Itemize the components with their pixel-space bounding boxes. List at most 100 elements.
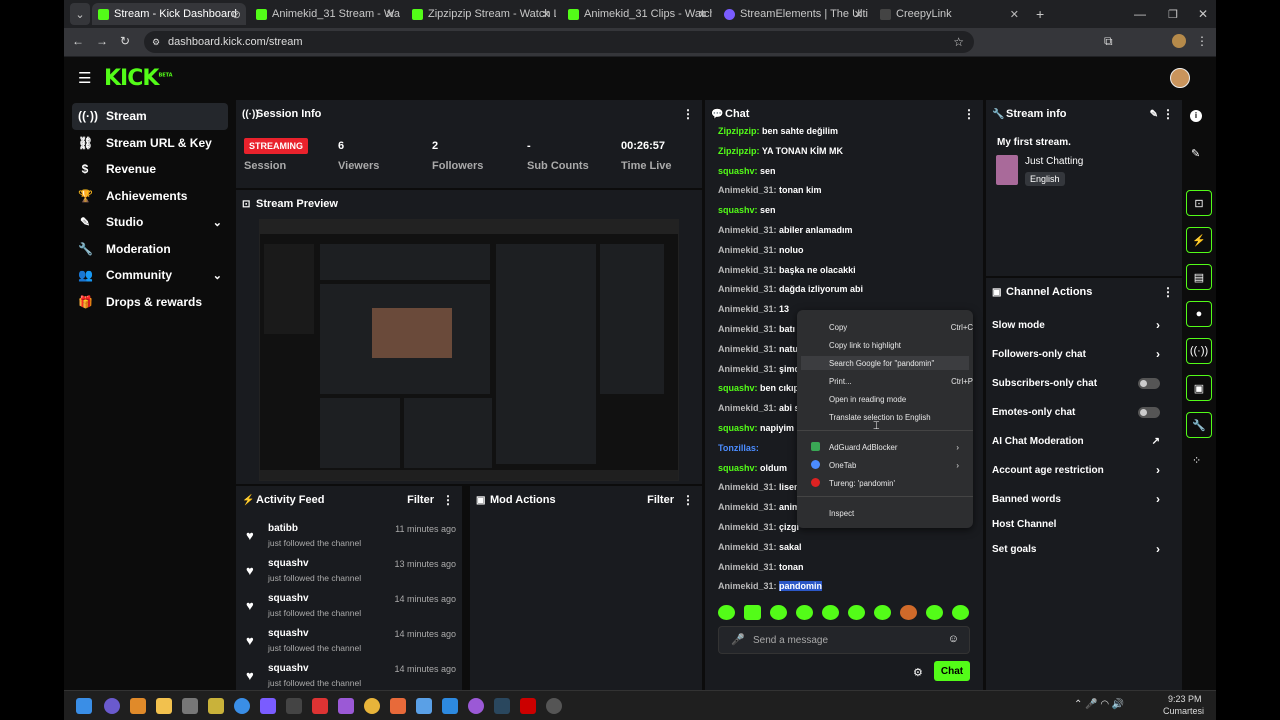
chat-username[interactable]: Animekid_31 (718, 502, 774, 512)
extensions-icon[interactable]: ⧉ (1104, 34, 1113, 49)
rail-settings-button[interactable]: 🔧 (1186, 412, 1212, 438)
chat-username[interactable]: Zipzipzip (718, 126, 757, 136)
close-tab-icon[interactable]: ✕ (386, 8, 395, 21)
rail-chat-button[interactable]: ● (1186, 301, 1212, 327)
system-tray[interactable]: ⌃ 🎤 ◠ 🔊 (1074, 699, 1124, 710)
chat-username[interactable]: Animekid_31 (718, 364, 774, 374)
tab-animekid-stream[interactable]: Animekid_31 Stream - Watch Live ✕ (250, 3, 400, 25)
kick-logo[interactable]: KICKBETA (104, 66, 173, 91)
microphone-icon[interactable]: 🎤 (731, 633, 745, 646)
user-avatar[interactable] (1170, 68, 1190, 88)
channel-action-account-age[interactable]: Account age restriction › (992, 460, 1164, 480)
more-options-icon[interactable]: ⋮ (682, 107, 694, 121)
chat-username[interactable]: squashv (718, 383, 755, 393)
start-menu-icon[interactable] (76, 698, 92, 714)
taskbar-app-icon[interactable] (338, 698, 354, 714)
chat-username[interactable]: squashv (718, 205, 755, 215)
chat-username[interactable]: Animekid_31 (718, 482, 774, 492)
more-options-icon[interactable]: ⋮ (1162, 285, 1174, 299)
file-explorer-icon[interactable] (156, 698, 172, 714)
back-icon[interactable]: ← (72, 34, 84, 48)
channel-action-slow-mode[interactable]: Slow mode › (992, 315, 1164, 335)
chat-username[interactable]: squashv (718, 423, 755, 433)
mute-icon[interactable]: ⊘ (232, 8, 241, 21)
taskbar-app-icon[interactable] (286, 698, 302, 714)
channel-action-banned-words[interactable]: Banned words › (992, 489, 1164, 509)
sidebar-item-stream[interactable]: ((·)) Stream (72, 103, 228, 130)
context-menu-item-adguard[interactable]: AdGuard AdBlocker › (829, 440, 959, 454)
taskbar-app-icon[interactable] (234, 698, 250, 714)
chat-username[interactable]: Tonzillas (718, 443, 756, 453)
tab-creepylink[interactable]: CreepyLink ✕ (874, 3, 1024, 25)
minimize-button[interactable]: — (1128, 3, 1148, 25)
emotes-only-toggle[interactable] (1138, 406, 1160, 418)
bookmark-star-icon[interactable]: ☆ (953, 35, 964, 49)
channel-action-host-channel[interactable]: Host Channel (992, 514, 1164, 534)
close-tab-icon[interactable]: ✕ (1010, 8, 1019, 21)
rail-session-button[interactable]: ((·)) (1186, 338, 1212, 364)
rail-mod-button[interactable]: ▣ (1186, 375, 1212, 401)
chat-username[interactable]: Animekid_31 (718, 304, 774, 314)
chat-username[interactable]: Animekid_31 (718, 265, 774, 275)
channel-action-emotes-only[interactable]: Emotes-only chat (992, 402, 1164, 422)
chat-username[interactable]: squashv (718, 166, 755, 176)
chat-username[interactable]: Animekid_31 (718, 522, 774, 532)
taskbar-app-icon[interactable] (260, 698, 276, 714)
emote-icon[interactable] (718, 605, 735, 620)
chat-username[interactable]: Animekid_31 (718, 324, 774, 334)
maximize-button[interactable]: ❐ (1162, 3, 1182, 25)
edit-pencil-icon[interactable]: ✎ (1150, 109, 1158, 120)
reload-icon[interactable]: ↻ (120, 34, 130, 48)
channel-action-subscribers-only[interactable]: Subscribers-only chat (992, 373, 1164, 393)
more-options-icon[interactable]: ⋮ (963, 107, 975, 121)
context-menu-item-copy[interactable]: Copy Ctrl+C (829, 320, 973, 334)
vscode-icon[interactable] (442, 698, 458, 714)
site-info-icon[interactable]: ⚙ (152, 37, 160, 48)
chat-username[interactable]: Animekid_31 (718, 245, 774, 255)
tab-search-button[interactable]: ⌄ (70, 3, 90, 25)
chat-username[interactable]: Animekid_31 (718, 185, 774, 195)
chrome-icon[interactable] (364, 698, 380, 714)
hamburger-menu-icon[interactable]: ☰ (78, 69, 91, 87)
tab-zipzipzip-stream[interactable]: Zipzipzip Stream - Watch Live on K ✕ (406, 3, 556, 25)
emote-icon[interactable] (900, 605, 917, 620)
context-menu-item-search-google[interactable]: Search Google for "pandomin" (801, 356, 969, 370)
chat-username[interactable]: Animekid_31 (718, 581, 774, 591)
close-tab-icon[interactable]: ✕ (854, 8, 863, 21)
channel-action-set-goals[interactable]: Set goals › (992, 539, 1164, 559)
taskbar-app-icon[interactable] (130, 698, 146, 714)
context-menu-item-inspect[interactable]: Inspect (829, 506, 854, 520)
sidebar-item-community[interactable]: 👥 Community ⌄ (72, 262, 228, 289)
taskbar-app-icon[interactable] (416, 698, 432, 714)
context-menu-item-print[interactable]: Print... Ctrl+P (829, 374, 973, 388)
emote-icon[interactable] (744, 605, 761, 620)
more-options-icon[interactable]: ⋮ (682, 493, 694, 507)
steam-icon[interactable] (494, 698, 510, 714)
category-thumbnail[interactable] (996, 155, 1018, 185)
tab-kick-dashboard[interactable]: Stream - Kick Dashboard ⊘ (92, 3, 246, 25)
emote-icon[interactable] (796, 605, 813, 620)
more-options-icon[interactable]: ⋮ (1162, 107, 1174, 121)
taskbar-app-icon[interactable] (390, 698, 406, 714)
context-menu-item-onetab[interactable]: OneTab › (829, 458, 959, 472)
filter-button[interactable]: Filter (647, 494, 674, 506)
chat-settings-icon[interactable]: ⚙ (913, 666, 923, 679)
category-name[interactable]: Just Chatting (1025, 156, 1083, 167)
emote-icon[interactable] (822, 605, 839, 620)
emote-icon[interactable] (848, 605, 865, 620)
subscribers-only-toggle[interactable] (1138, 377, 1160, 389)
taskbar-app-icon[interactable] (104, 698, 120, 714)
chat-username[interactable]: Animekid_31 (718, 225, 774, 235)
browser-menu-icon[interactable]: ⋮ (1196, 34, 1208, 48)
tab-streamelements[interactable]: StreamElements | The Ultimate Str ✕ (718, 3, 868, 25)
edit-pencil-icon[interactable]: ✎ (1191, 147, 1200, 160)
more-options-icon[interactable]: ⋮ (442, 493, 454, 507)
emote-icon[interactable] (926, 605, 943, 620)
chat-username[interactable]: Animekid_31 (718, 284, 774, 294)
sidebar-item-revenue[interactable]: $ Revenue (72, 156, 228, 183)
taskbar-app-icon[interactable] (182, 698, 198, 714)
chat-send-button[interactable]: Chat (934, 661, 970, 681)
chat-input[interactable]: 🎤 Send a message ☺ (718, 626, 970, 654)
context-menu-item-tureng[interactable]: Tureng: 'pandomin' (829, 476, 895, 490)
taskbar-app-icon[interactable] (546, 698, 562, 714)
